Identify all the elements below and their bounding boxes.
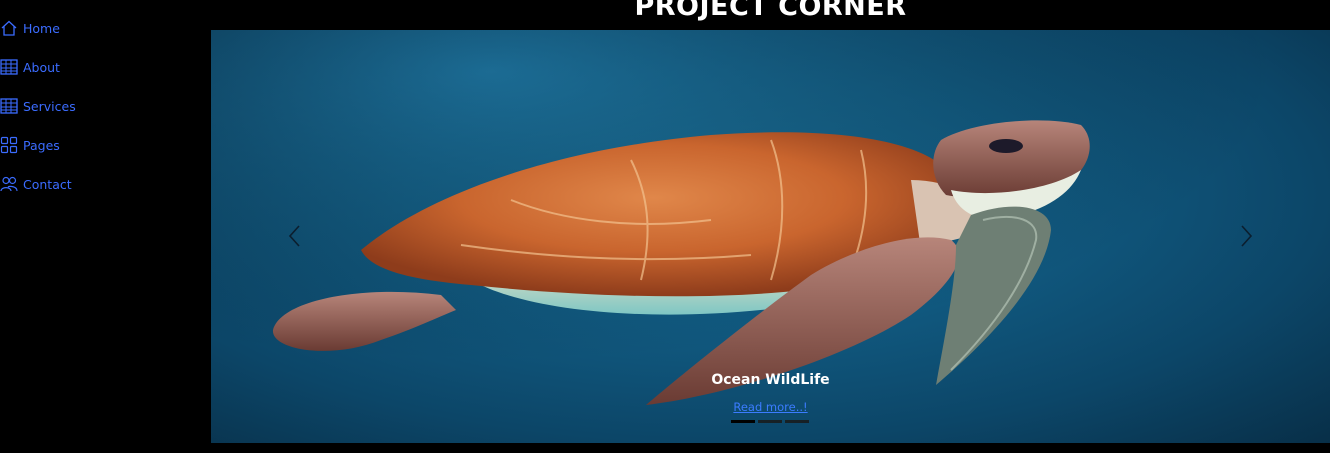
image-carousel[interactable]: Ocean WildLife Read more..! [211, 30, 1330, 443]
table-icon [0, 58, 18, 76]
sidebar-item-about[interactable]: About [0, 56, 60, 78]
sidebar-item-services[interactable]: Services [0, 95, 76, 117]
chevron-left-icon [288, 225, 300, 247]
sidebar-item-label: Pages [23, 137, 60, 153]
carousel-prev-button[interactable] [285, 223, 305, 249]
carousel-indicator-1[interactable] [731, 420, 755, 423]
carousel-indicator-3[interactable] [785, 420, 809, 423]
page-title: PROJECT CORNER [634, 0, 907, 22]
sidebar-item-label: About [23, 59, 60, 75]
sidebar-item-home[interactable]: Home [0, 17, 60, 39]
chevron-right-icon [1241, 225, 1253, 247]
carousel-indicator-2[interactable] [758, 420, 782, 423]
carousel-next-button[interactable] [1236, 223, 1256, 249]
sidebar-item-pages[interactable]: Pages [0, 134, 60, 156]
sidebar-item-contact[interactable]: Contact [0, 173, 72, 195]
home-icon [0, 19, 18, 37]
sidebar-item-label: Contact [23, 176, 72, 192]
carousel-indicators [731, 420, 809, 423]
carousel-caption-title: Ocean WildLife [711, 372, 830, 388]
sidebar-item-label: Home [23, 20, 60, 36]
read-more-container: Read more..! [211, 398, 1330, 416]
table-icon [0, 97, 18, 115]
read-more-link[interactable]: Read more..! [733, 400, 807, 414]
sidebar-item-label: Services [23, 98, 76, 114]
sidebar: Home About Services Pages Contact [0, 0, 211, 453]
people-icon [0, 175, 18, 193]
grid-icon [0, 136, 18, 154]
